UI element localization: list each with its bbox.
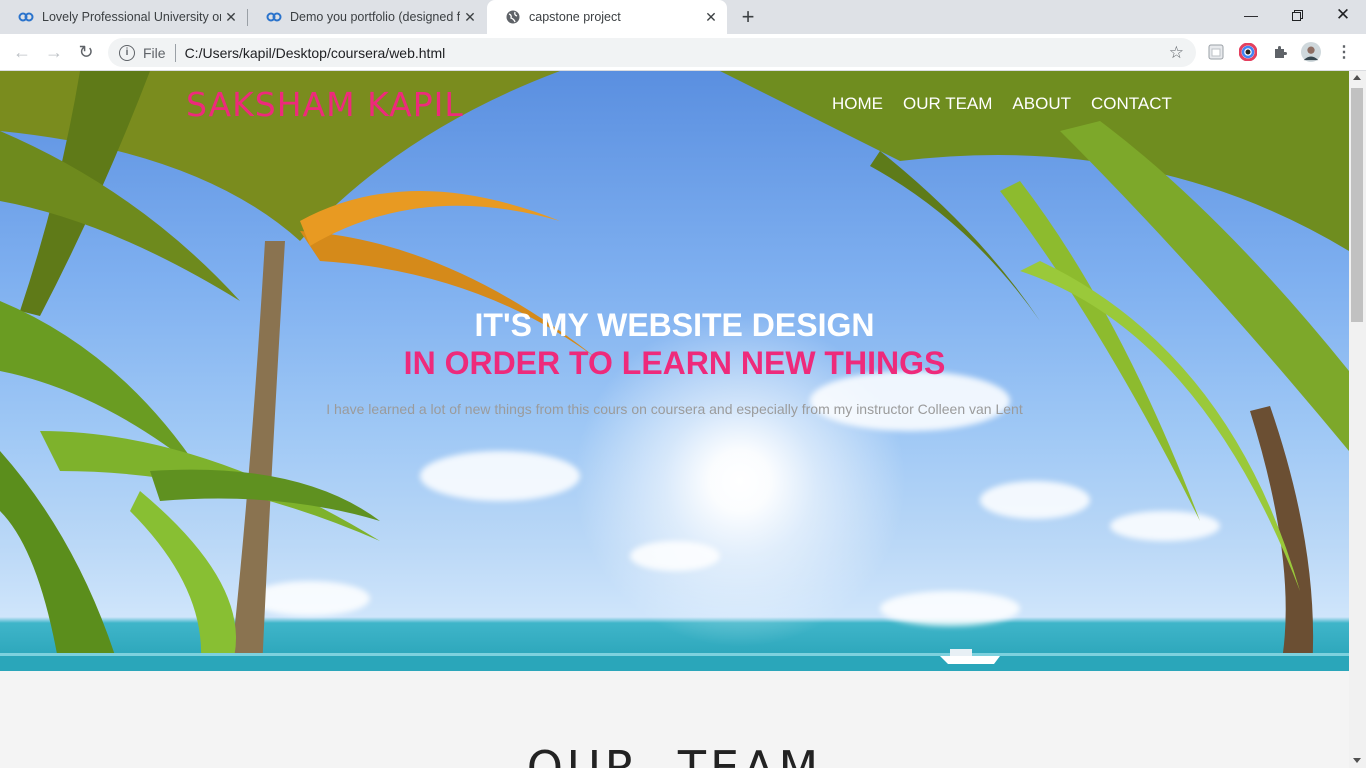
bookmark-star-icon[interactable]: ☆ <box>1169 43 1184 63</box>
new-tab-button[interactable]: + <box>736 4 760 29</box>
forward-icon[interactable]: → <box>41 39 67 65</box>
minimize-icon[interactable]: — <box>1228 0 1274 30</box>
close-tab-icon[interactable]: ✕ <box>460 7 480 27</box>
hero-headline: IT'S MY WEBSITE DESIGN <box>474 307 875 343</box>
team-section: OUR TEAM <box>0 671 1349 768</box>
scrollbar-thumb[interactable] <box>1351 88 1363 322</box>
file-chip: File <box>143 44 166 61</box>
coursera-icon <box>18 9 34 25</box>
reload-icon[interactable]: ↻ <box>73 39 99 65</box>
nav-contact[interactable]: CONTACT <box>1091 94 1172 114</box>
omnibox-divider <box>174 43 176 62</box>
tab-strip: Lovely Professional University on ✕ Demo… <box>0 0 1366 34</box>
info-icon[interactable]: i <box>119 44 135 61</box>
color-picker-extension-icon[interactable] <box>1238 42 1258 62</box>
coursera-icon <box>266 9 282 25</box>
url-text[interactable]: C:/Users/kapil/Desktop/coursera/web.html <box>185 45 446 61</box>
scroll-down-arrow-icon[interactable] <box>1353 758 1361 763</box>
nav-about[interactable]: ABOUT <box>1012 94 1071 114</box>
tab-capstone-project[interactable]: capstone project ✕ <box>487 0 727 34</box>
close-tab-icon[interactable]: ✕ <box>701 7 721 27</box>
back-icon[interactable]: ← <box>9 39 35 65</box>
main-nav: HOME OUR TEAM ABOUT CONTACT <box>832 94 1172 114</box>
menu-kebab-icon[interactable]: ⋮ <box>1334 42 1354 62</box>
tab-lpu[interactable]: Lovely Professional University on ✕ <box>0 0 247 34</box>
tab-title: capstone project <box>529 10 621 24</box>
restore-icon[interactable] <box>1274 0 1320 30</box>
hero-section: SAKSHAM KAPIL HOME OUR TEAM ABOUT CONTAC… <box>0 71 1349 671</box>
tab-title: Demo you portfolio (designed fro <box>290 10 460 24</box>
extensions-puzzle-icon[interactable] <box>1270 42 1290 62</box>
page-scrollbar[interactable] <box>1349 71 1366 768</box>
address-bar[interactable]: i File C:/Users/kapil/Desktop/coursera/w… <box>108 38 1196 67</box>
extension-page-icon[interactable] <box>1206 42 1226 62</box>
site-logo[interactable]: SAKSHAM KAPIL <box>186 85 464 124</box>
profile-avatar[interactable] <box>1301 42 1321 62</box>
globe-icon <box>505 9 521 25</box>
tab-demo-portfolio[interactable]: Demo you portfolio (designed fro ✕ <box>248 0 486 34</box>
hero-description: I have learned a lot of new things from … <box>326 401 1023 417</box>
tab-title: Lovely Professional University on <box>42 10 221 24</box>
close-window-icon[interactable]: ✕ <box>1320 0 1366 30</box>
nav-home[interactable]: HOME <box>832 94 883 114</box>
browser-toolbar: ← → ↻ i File C:/Users/kapil/Desktop/cour… <box>0 34 1366 71</box>
nav-our-team[interactable]: OUR TEAM <box>903 94 992 114</box>
close-tab-icon[interactable]: ✕ <box>221 7 241 27</box>
scroll-up-arrow-icon[interactable] <box>1353 75 1361 80</box>
hero-subheadline: IN ORDER TO LEARN NEW THINGS <box>403 345 946 381</box>
team-heading: OUR TEAM <box>526 741 823 768</box>
page-viewport: SAKSHAM KAPIL HOME OUR TEAM ABOUT CONTAC… <box>0 71 1349 768</box>
